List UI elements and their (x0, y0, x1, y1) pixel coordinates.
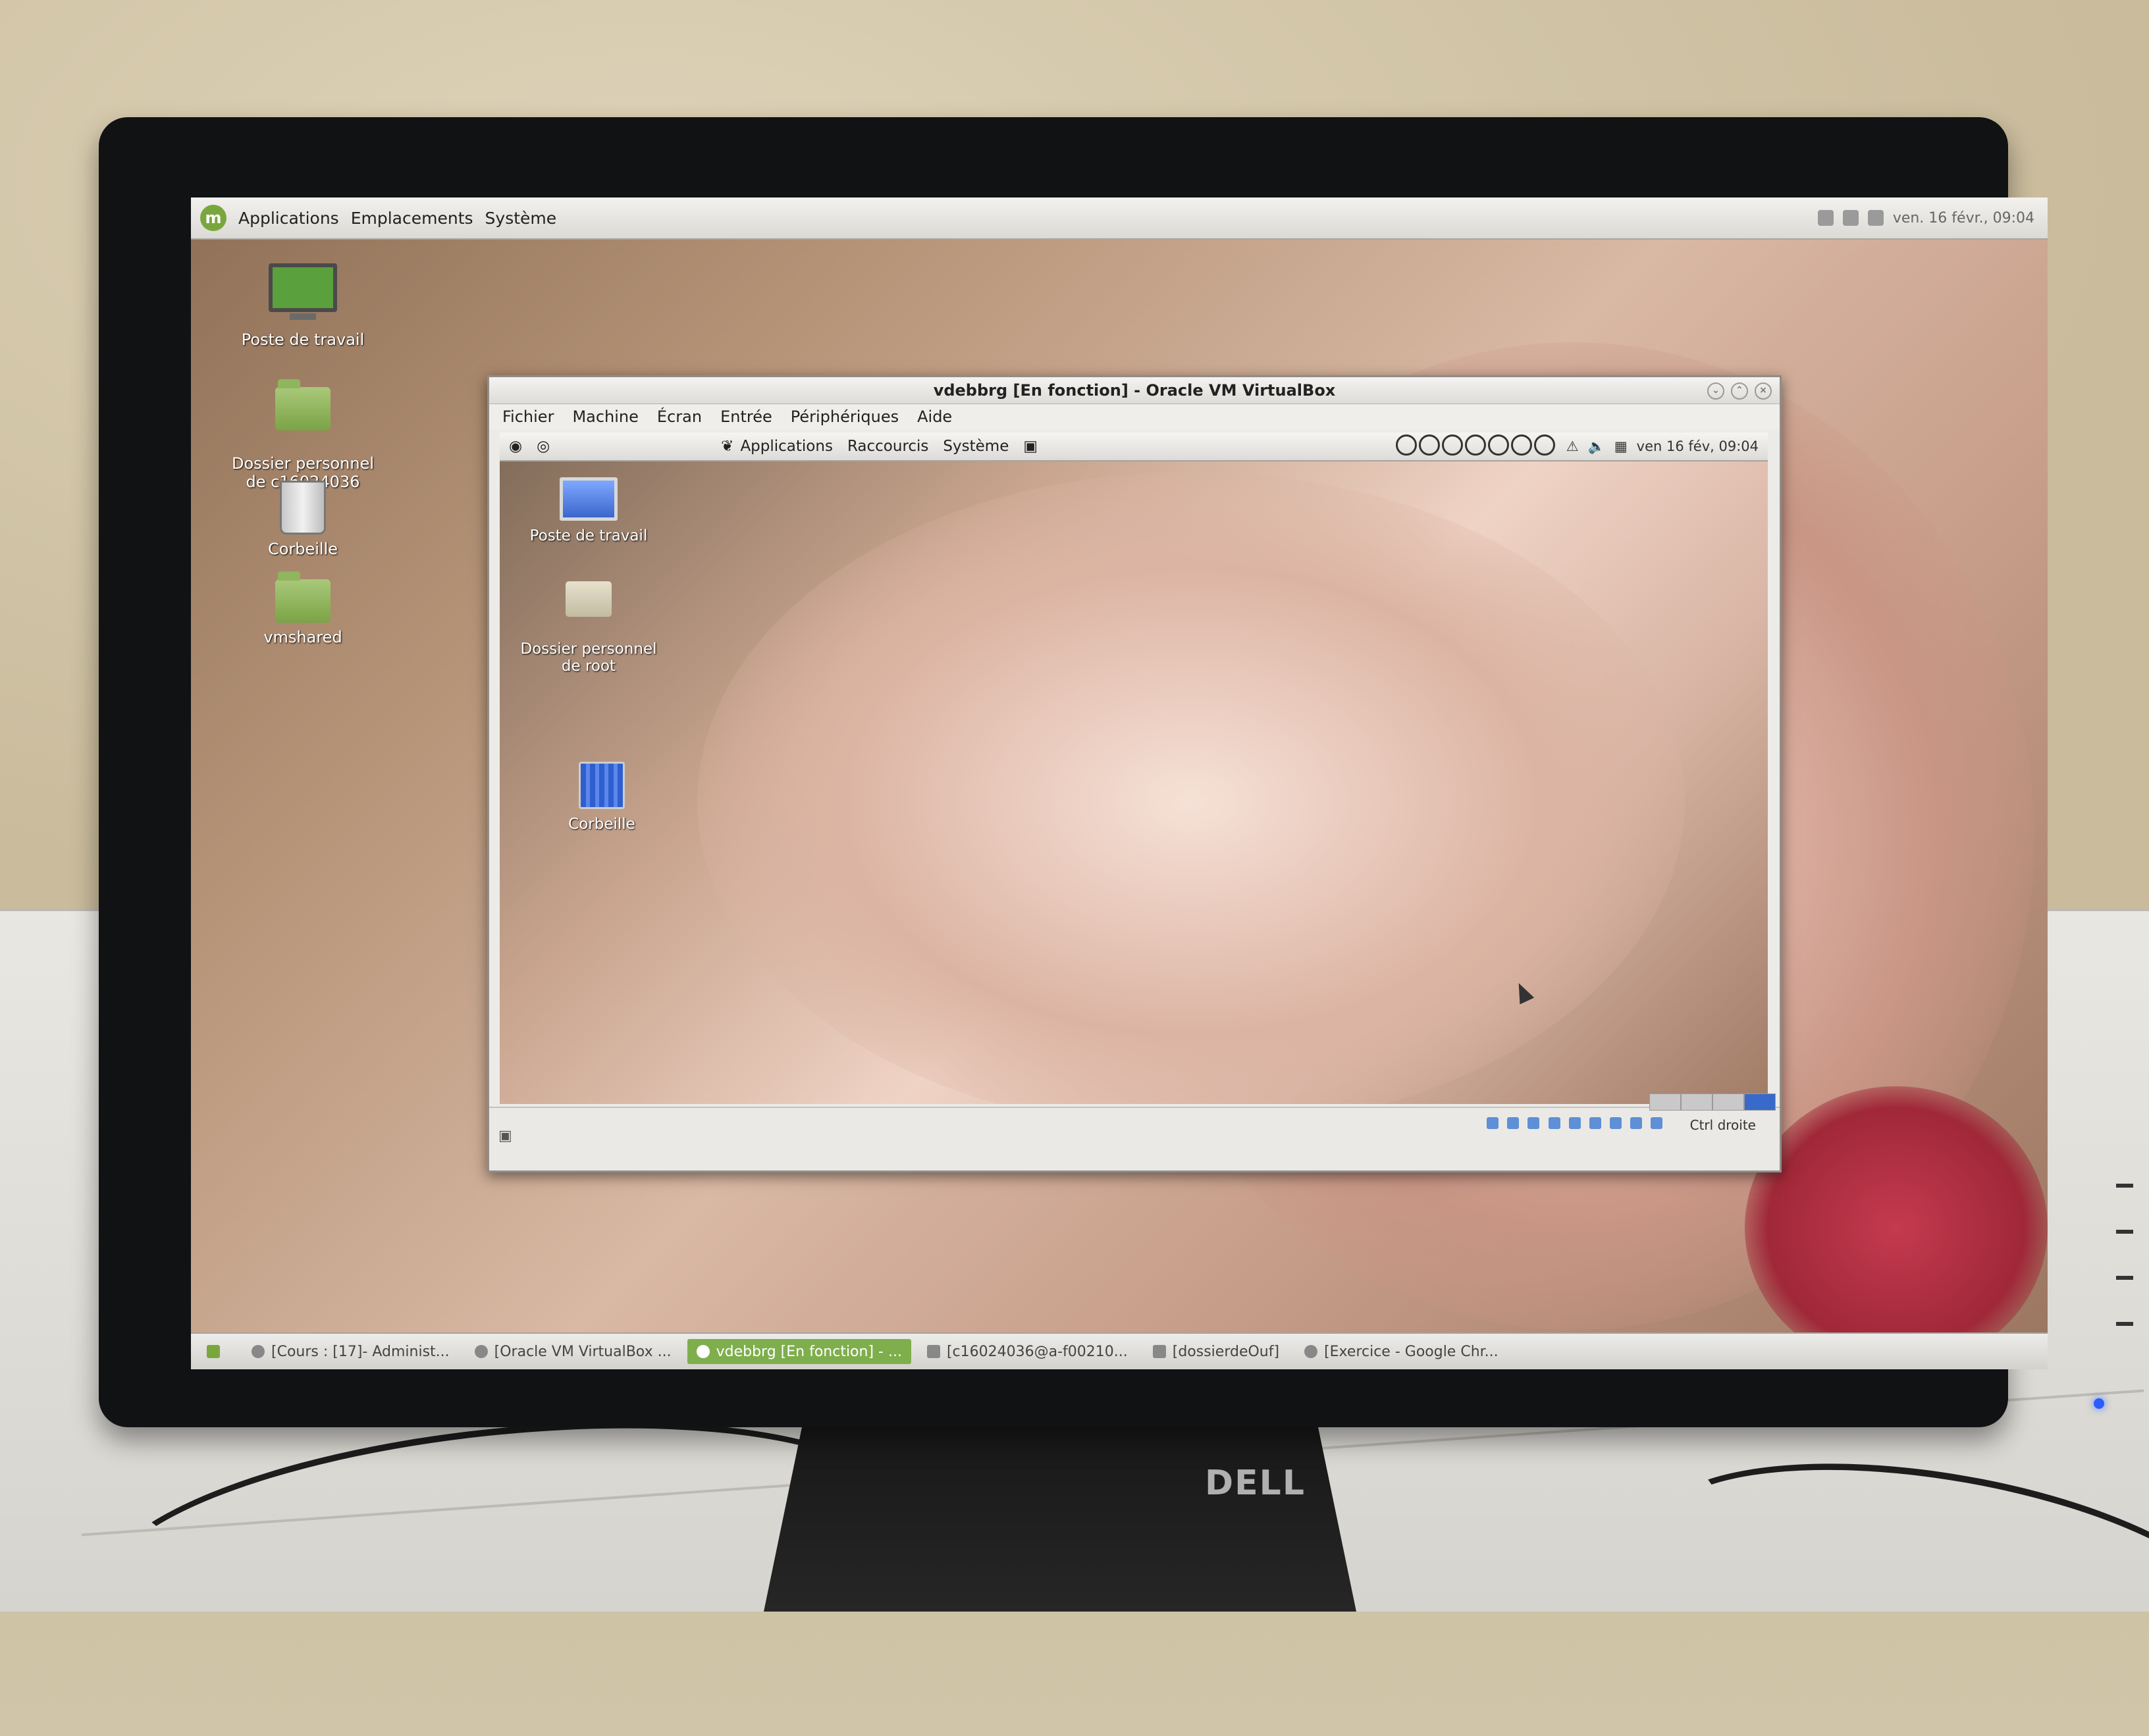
terminal-icon (926, 1345, 940, 1358)
vbox-menubar: Fichier Machine Écran Entrée Périphériqu… (489, 404, 1780, 429)
mouse-integration-icon[interactable] (1651, 1117, 1662, 1129)
trash-icon (280, 481, 326, 535)
menu-fichier[interactable]: Fichier (502, 408, 554, 426)
minimize-icon[interactable]: ⌄ (1707, 382, 1724, 400)
workspace-active[interactable] (1744, 1093, 1776, 1111)
guest-menu-applications[interactable]: Applications (740, 438, 833, 455)
taskbar-item-active[interactable]: vdebbrg [En fonction] - ... (687, 1339, 911, 1364)
virtualbox-window: vdebbrg [En fonction] - Oracle VM Virtua… (487, 375, 1782, 1172)
menu-aide[interactable]: Aide (917, 408, 952, 426)
monitor-button[interactable] (2116, 1184, 2133, 1188)
host-clock[interactable]: ven. 16 févr., 09:04 (1893, 210, 2034, 226)
guest-icon-computer[interactable]: Poste de travail (506, 477, 671, 544)
wallpaper-photo-shirt (1745, 1086, 2048, 1369)
virtualbox-icon (474, 1345, 488, 1358)
chrome-icon (252, 1345, 265, 1358)
computer-icon (560, 477, 618, 521)
host-menu-applications[interactable]: Applications (238, 209, 339, 228)
monitor-button[interactable] (2116, 1322, 2133, 1326)
host-key-label: Ctrl droite (1689, 1117, 1756, 1133)
host-desktop: m Applications Emplacements Système ven.… (191, 197, 2048, 1369)
shared-folder-icon[interactable] (1589, 1117, 1601, 1129)
guest-menu-shortcuts[interactable]: Raccourcis (847, 438, 928, 455)
audio-icon[interactable] (1527, 1117, 1540, 1129)
guest-icon-label: Poste de travail (529, 527, 648, 544)
monitor-button[interactable] (2116, 1230, 2133, 1234)
host-menu-system[interactable]: Système (485, 209, 557, 228)
chrome-icon (1304, 1345, 1318, 1358)
host-taskbar: [Cours : [17]- Administ... [Oracle VM Vi… (191, 1332, 2048, 1369)
menu-entree[interactable]: Entrée (720, 408, 772, 426)
mint-logo-icon[interactable]: m (200, 205, 226, 231)
window-title: vdebbrg [En fonction] - Oracle VM Virtua… (933, 381, 1336, 400)
folder-icon (275, 571, 331, 623)
taskbar-item[interactable]: [Exercice - Google Chr... (1295, 1339, 1508, 1364)
guest-wallpaper-photo (697, 472, 1685, 1104)
update-icon[interactable]: ⚠ (1566, 438, 1579, 454)
taskbar-item[interactable]: [Cours : [17]- Administ... (242, 1339, 459, 1364)
taskbar-item[interactable]: [Oracle VM VirtualBox ... (465, 1339, 681, 1364)
desktop-icon-vmshared[interactable]: vmshared (217, 571, 388, 646)
optical-drive-icon[interactable] (1507, 1117, 1520, 1129)
desktop-icon-trash[interactable]: Corbeille (217, 481, 388, 558)
power-led (2094, 1398, 2104, 1409)
workspace-indicator[interactable] (1395, 434, 1557, 459)
microphone-icon[interactable] (1817, 210, 1834, 226)
usb-icon[interactable] (1568, 1117, 1581, 1129)
workspace[interactable] (1681, 1093, 1712, 1111)
maximize-icon[interactable]: ⌃ (1731, 382, 1748, 400)
home-folder-icon (275, 379, 331, 431)
mail-icon[interactable]: ◎ (537, 438, 550, 455)
guest-icon-label: Dossier personnel de root (520, 641, 657, 675)
menu-icon[interactable] (198, 1339, 236, 1364)
volume-icon[interactable] (1842, 210, 1859, 226)
guest-icon-label: Corbeille (568, 816, 635, 833)
guest-top-panel: ◉ ◎ ❦ Applications Raccourcis Système ▣ … (500, 433, 1768, 461)
terminal-icon[interactable]: ▣ (1023, 438, 1038, 455)
guest-tray: ⚠ 🔈 ▦ ven 16 fév, 09:04 (1395, 433, 1759, 460)
workspace[interactable] (1649, 1093, 1681, 1111)
workspace[interactable] (1712, 1093, 1744, 1111)
monitor-button[interactable] (2116, 1276, 2133, 1280)
virtualbox-icon (696, 1345, 710, 1358)
network-icon[interactable]: ▦ (1614, 438, 1628, 454)
vbox-statusbar: Ctrl droite ▣ (489, 1093, 1780, 1170)
home-folder-icon (566, 581, 612, 617)
trash-icon (579, 762, 625, 809)
guest-menu-system[interactable]: Système (943, 438, 1009, 455)
host-tray: ven. 16 févr., 09:04 (1817, 197, 2034, 238)
taskbar-item[interactable]: [dossierdeOuf] (1144, 1339, 1288, 1364)
desktop-icon-label: Corbeille (267, 540, 338, 558)
host-menu-places[interactable]: Emplacements (351, 209, 473, 228)
guest-icon-trash[interactable]: Corbeille (519, 762, 684, 833)
guest-desktop[interactable]: ◉ ◎ ❦ Applications Raccourcis Système ▣ … (500, 433, 1768, 1104)
menu-peripheriques[interactable]: Périphériques (791, 408, 899, 426)
desktop-icon-label: Poste de travail (241, 330, 365, 349)
guest-icon-home[interactable]: Dossier personnel de root (506, 564, 671, 692)
window-titlebar[interactable]: vdebbrg [En fonction] - Oracle VM Virtua… (489, 377, 1780, 404)
hard-disk-icon[interactable] (1487, 1117, 1499, 1129)
workspace-switcher[interactable] (1649, 1093, 1776, 1111)
menu-ecran[interactable]: Écran (657, 408, 702, 426)
close-icon[interactable]: × (1755, 382, 1772, 400)
guest-clock[interactable]: ven 16 fév, 09:04 (1637, 438, 1759, 454)
host-top-panel: m Applications Emplacements Système ven.… (191, 197, 2048, 240)
network-icon[interactable] (1867, 210, 1884, 226)
video-capture-icon[interactable] (1630, 1117, 1642, 1129)
desktop-icon-computer[interactable]: Poste de travail (217, 263, 388, 349)
display-icon[interactable] (1609, 1117, 1622, 1129)
brand-logo: DELL (1205, 1463, 1306, 1503)
volume-icon[interactable]: 🔈 (1588, 438, 1605, 455)
gnome-foot-icon[interactable]: ❦ (721, 438, 733, 455)
web-browser-icon[interactable]: ◉ (509, 438, 522, 455)
computer-icon (269, 263, 337, 320)
show-desktop-icon[interactable]: ▣ (498, 1128, 512, 1144)
window-controls: ⌄ ⌃ × (1707, 382, 1772, 400)
vbox-status-icons (1487, 1117, 1668, 1132)
folder-icon (1152, 1345, 1166, 1358)
menu-machine[interactable]: Machine (572, 408, 638, 426)
network-icon[interactable] (1548, 1117, 1560, 1129)
desktop-icon-label: vmshared (263, 628, 342, 646)
taskbar-item[interactable]: [c16024036@a-f00210... (918, 1339, 1137, 1364)
